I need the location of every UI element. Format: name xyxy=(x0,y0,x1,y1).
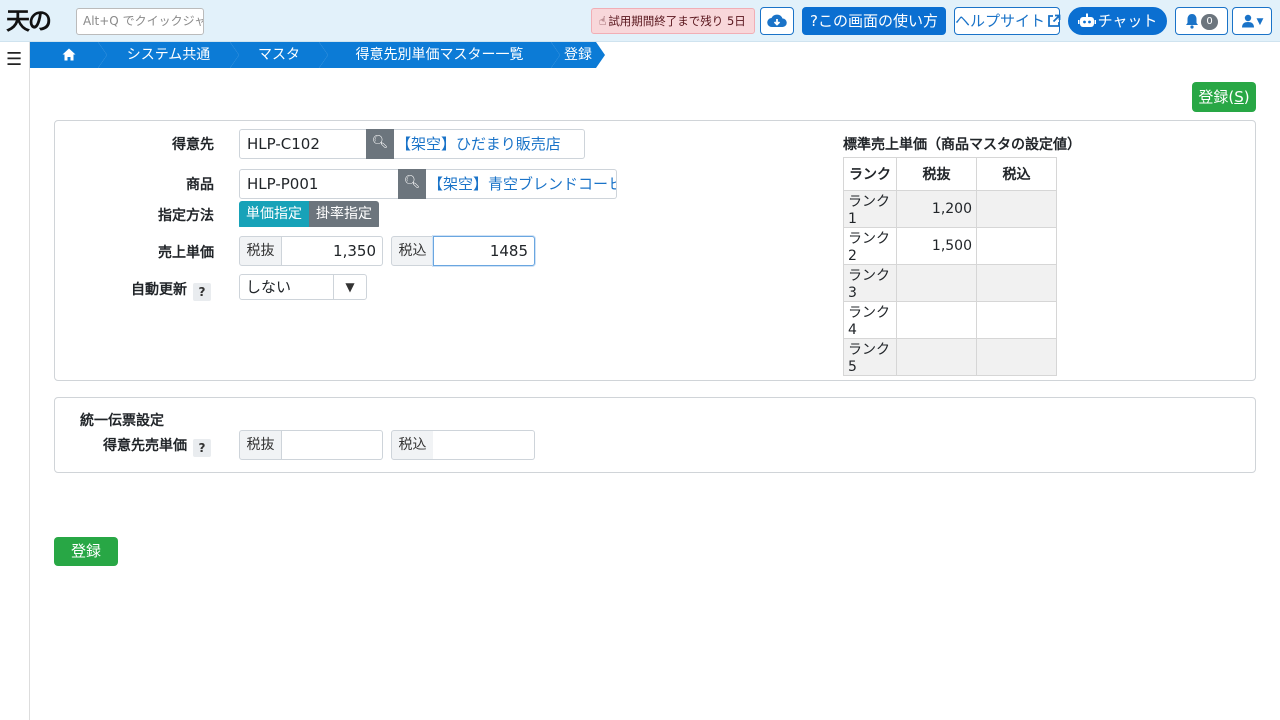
quick-jump-input[interactable]: Alt+Q でクイックジャンプ xyxy=(76,8,204,35)
help-question-icon[interactable]: ? xyxy=(193,439,211,457)
breadcrumb-home[interactable] xyxy=(30,42,107,68)
price-incl-input[interactable]: 1485 xyxy=(433,236,535,266)
slip-incl-prefix: 税込 xyxy=(391,430,434,460)
product-name-link[interactable]: 【架空】青空ブレンドコーヒー 200g xyxy=(426,169,617,199)
rank-cell: ランク2 xyxy=(843,227,897,265)
column-header-incl: 税込 xyxy=(976,157,1057,191)
hamburger-menu-icon[interactable]: ☰ xyxy=(6,51,22,69)
table-header-row: ランク 税抜 税込 xyxy=(843,157,1057,191)
main-form-panel xyxy=(54,120,1256,381)
customer-name-link[interactable]: 【架空】ひだまり販売店 xyxy=(394,129,585,159)
column-header-excl: 税抜 xyxy=(896,157,977,191)
excl-cell: 1,200 xyxy=(896,190,977,228)
cloud-download-icon xyxy=(767,14,787,28)
table-row: ランク3 xyxy=(843,264,1057,302)
rank-cell: ランク4 xyxy=(843,301,897,339)
chevron-down-icon: ▼ xyxy=(1256,17,1264,27)
robot-icon xyxy=(1077,13,1096,27)
caret-down-icon: ▼ xyxy=(333,275,366,299)
standard-price-table: ランク 税抜 税込 ランク1 1,200 ランク2 1,500 ランク3 ランク… xyxy=(843,157,1057,376)
home-icon xyxy=(62,48,76,61)
customer-search-button[interactable]: 🔍︎ xyxy=(366,129,394,159)
trial-notice-badge[interactable]: ☝ 試用期間終了まで残り 5日 xyxy=(591,8,755,34)
customer-code-input[interactable]: HLP-C102 xyxy=(239,129,367,159)
notification-count-badge: 0 xyxy=(1201,14,1218,30)
register-hotkey: S xyxy=(1234,88,1244,106)
incl-cell xyxy=(976,338,1057,376)
customer-price-label-text: 得意先売単価 xyxy=(103,438,187,454)
table-row: ランク4 xyxy=(843,301,1057,339)
user-icon xyxy=(1241,14,1254,28)
method-unit-price-option[interactable]: 単価指定 xyxy=(239,201,309,227)
rank-cell: ランク5 xyxy=(843,338,897,376)
column-header-rank: ランク xyxy=(843,157,897,191)
side-rail: ☰ xyxy=(0,42,30,720)
chat-label: チャット xyxy=(1097,12,1158,30)
user-menu-button[interactable]: ▼ xyxy=(1232,7,1272,35)
price-excl-input[interactable]: 1,350 xyxy=(282,236,383,266)
excl-cell xyxy=(896,338,977,376)
slip-excl-input[interactable] xyxy=(282,430,383,460)
unified-slip-panel xyxy=(54,397,1256,473)
excl-cell: 1,500 xyxy=(896,227,977,265)
method-rate-option[interactable]: 掛率指定 xyxy=(309,201,379,227)
unified-slip-title: 統一伝票設定 xyxy=(80,413,164,429)
app-logo[interactable]: 天の蔵 xyxy=(6,3,70,71)
register-label-close: ) xyxy=(1243,88,1250,106)
incl-cell xyxy=(976,301,1057,339)
top-bar: 天の蔵 Alt+Q でクイックジャンプ ☝試用期間終了まで残り 5日 ?この画面… xyxy=(0,0,1280,71)
auto-update-label-text: 自動更新 xyxy=(131,282,187,298)
chat-button[interactable]: チャット xyxy=(1068,7,1167,35)
price-label: 売上単価 xyxy=(158,245,214,261)
incl-cell xyxy=(976,227,1057,265)
help-site-label: ヘルプサイト xyxy=(955,12,1046,30)
bell-icon xyxy=(1186,14,1199,29)
customer-label: 得意先 xyxy=(172,137,214,153)
breadcrumb-system-common[interactable]: システム共通 xyxy=(98,42,239,68)
screen-guide-button[interactable]: ?この画面の使い方 xyxy=(802,7,946,35)
excl-cell xyxy=(896,301,977,339)
product-code-input[interactable]: HLP-P001 xyxy=(239,169,399,199)
auto-update-value: しない xyxy=(246,278,292,296)
register-label: 登録( xyxy=(1198,88,1235,106)
standard-price-title: 標準売上単価（商品マスタの設定値） xyxy=(843,137,1081,153)
auto-update-select[interactable]: しない ▼ xyxy=(239,274,367,300)
slip-incl-input[interactable] xyxy=(433,430,535,460)
incl-cell xyxy=(976,264,1057,302)
notifications-button[interactable]: 0 xyxy=(1175,7,1228,35)
product-search-button[interactable]: 🔍︎ xyxy=(398,169,426,199)
slip-excl-prefix: 税抜 xyxy=(239,430,282,460)
price-incl-prefix: 税込 xyxy=(391,236,434,266)
customer-price-label: 得意先売単価? xyxy=(90,435,211,457)
trial-notice-text: 試用期間終了まで残り 5日 xyxy=(608,14,746,28)
breadcrumb-master[interactable]: マスタ xyxy=(230,42,328,68)
external-link-icon xyxy=(1048,14,1061,27)
register-button-bottom[interactable]: 登録 xyxy=(54,537,118,566)
rank-cell: ランク3 xyxy=(843,264,897,302)
auto-update-label: 自動更新? xyxy=(100,279,211,301)
table-row: ランク2 1,500 xyxy=(843,227,1057,265)
help-site-button[interactable]: ヘルプサイト xyxy=(954,7,1061,35)
download-button[interactable] xyxy=(760,7,794,35)
excl-cell xyxy=(896,264,977,302)
table-row: ランク1 1,200 xyxy=(843,190,1057,228)
price-excl-prefix: 税抜 xyxy=(239,236,282,266)
help-question-icon[interactable]: ? xyxy=(193,283,211,301)
product-label: 商品 xyxy=(186,177,214,193)
method-toggle-group: 単価指定 掛率指定 xyxy=(239,201,379,229)
rank-cell: ランク1 xyxy=(843,190,897,228)
hand-pointer-icon: ☝ xyxy=(599,14,607,28)
search-icon: 🔍︎ xyxy=(371,135,389,150)
search-icon: 🔍︎ xyxy=(403,175,421,190)
method-label: 指定方法 xyxy=(158,208,214,224)
table-row: ランク5 xyxy=(843,338,1057,376)
incl-cell xyxy=(976,190,1057,228)
register-button-top[interactable]: 登録(S) xyxy=(1192,82,1256,112)
breadcrumb-customer-price-list[interactable]: 得意先別単価マスター一覧 xyxy=(319,42,560,68)
